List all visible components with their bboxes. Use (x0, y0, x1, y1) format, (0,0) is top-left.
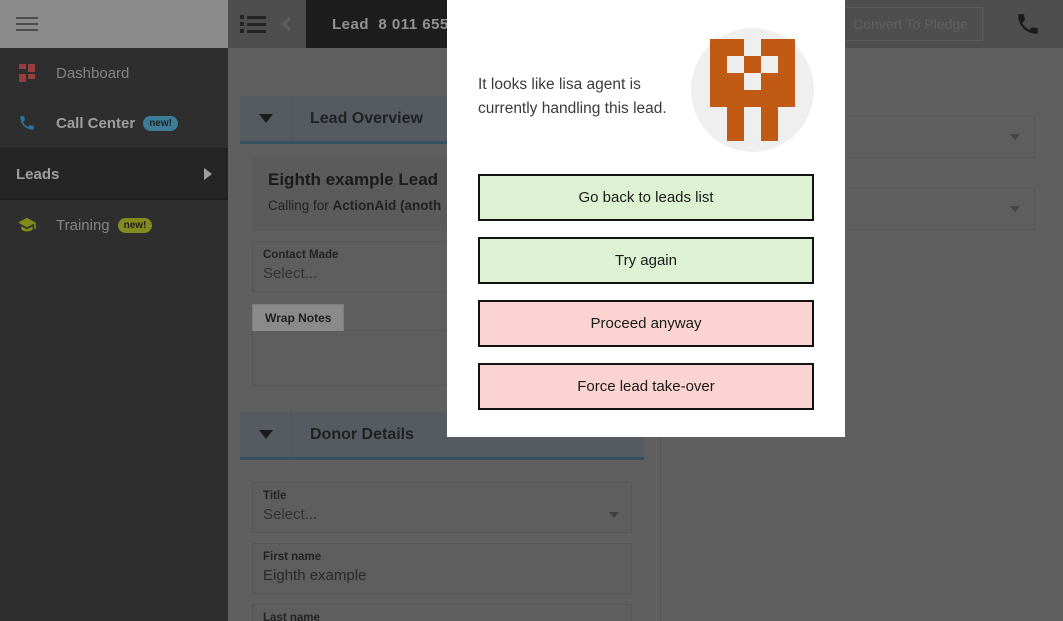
mascot-pixel (744, 73, 761, 90)
mascot-pixel (710, 56, 728, 73)
dialog-top: It looks like lisa agent is currently ha… (478, 28, 814, 152)
mascot-pixel (710, 73, 728, 90)
mascot-pixel (761, 107, 779, 124)
mascot-pixel (727, 124, 745, 141)
agent-conflict-dialog: It looks like lisa agent is currently ha… (447, 0, 845, 437)
go-back-to-leads-list-button[interactable]: Go back to leads list (478, 174, 814, 221)
mascot-pixel (710, 39, 728, 56)
mascot-pixel (744, 90, 762, 107)
mascot-pixel (727, 56, 744, 73)
mascot-pixel (761, 39, 779, 56)
mascot-pixel (727, 73, 745, 90)
mascot-pixel (778, 124, 795, 141)
mascot-pixel (710, 124, 727, 141)
force-lead-take-over-button[interactable]: Force lead take-over (478, 363, 814, 410)
mascot-pixel (744, 124, 761, 141)
wrap-notes-label: Wrap Notes (252, 304, 345, 331)
robot-mascot-icon (691, 28, 814, 152)
mascot-pixel (727, 107, 745, 124)
try-again-button[interactable]: Try again (478, 237, 814, 284)
mascot-pixel (727, 90, 745, 107)
app-root: Dashboard Call Center new! Leads Trainin… (0, 0, 1063, 621)
mascot-pixel (761, 90, 779, 107)
mascot-pixel (761, 56, 778, 73)
mascot-pixel (744, 56, 762, 73)
mascot-pixel (710, 107, 727, 124)
mascot-pixel (727, 39, 745, 56)
mascot-pixel (761, 73, 779, 90)
mascot-pixel (744, 39, 761, 56)
mascot-pixel (778, 90, 796, 107)
mascot-pixel (744, 107, 761, 124)
mascot-pixel (761, 124, 779, 141)
mascot-pixel (778, 107, 795, 124)
dialog-message: It looks like lisa agent is currently ha… (478, 76, 667, 117)
proceed-anyway-button[interactable]: Proceed anyway (478, 300, 814, 347)
mascot-pixel (778, 56, 796, 73)
mascot-pixel (778, 73, 796, 90)
mascot-pixel (710, 90, 728, 107)
mascot-pixel-grid (710, 39, 796, 141)
mascot-pixel (778, 39, 796, 56)
